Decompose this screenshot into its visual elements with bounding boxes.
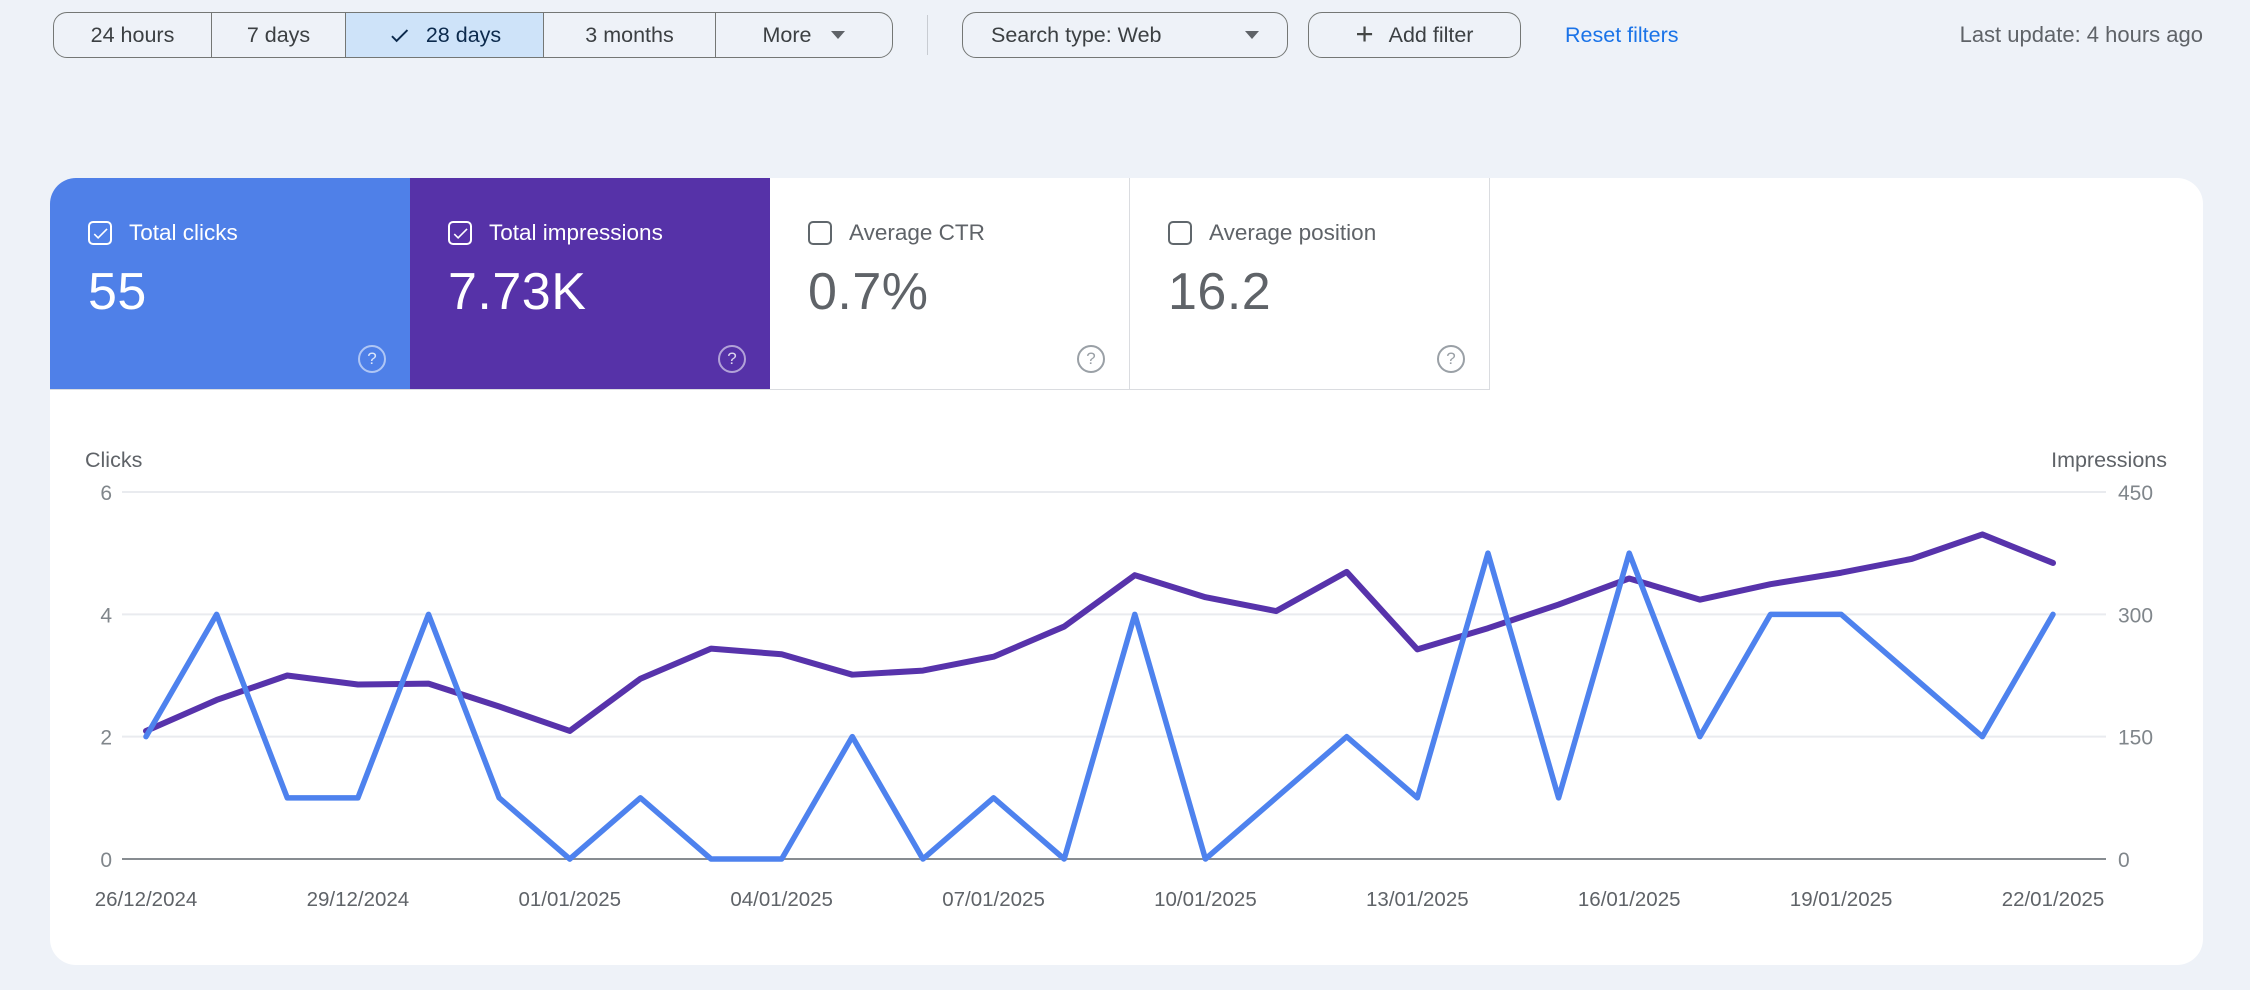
x-axis-date-label: 04/01/2025 (730, 888, 833, 911)
date-range-selector: 24 hours 7 days 28 days 3 months More (53, 12, 893, 58)
x-axis-date-label: 16/01/2025 (1578, 888, 1681, 911)
chevron-down-icon (831, 31, 846, 39)
date-range-28-days[interactable]: 28 days (346, 13, 544, 57)
tile-total-impressions[interactable]: Total impressions 7.73K ? (410, 178, 770, 389)
last-update-text: Last update: 4 hours ago (1959, 22, 2203, 47)
filter-bar: 24 hours 7 days 28 days 3 months More Se… (53, 12, 2203, 58)
more-label: More (762, 22, 812, 47)
right-axis-tick: 0 (2118, 849, 2130, 872)
date-range-7-days[interactable]: 7 days (212, 13, 346, 57)
left-axis-tick: 0 (100, 849, 112, 872)
help-icon[interactable]: ? (718, 345, 746, 373)
x-axis-date-label: 01/01/2025 (518, 888, 621, 911)
checkbox-checked-icon[interactable] (448, 221, 472, 245)
total-clicks-value: 55 (88, 263, 147, 321)
x-axis-date-label: 22/01/2025 (2002, 888, 2105, 911)
x-axis-date-label: 26/12/2024 (95, 888, 198, 911)
date-range-more-button[interactable]: More (716, 13, 892, 57)
add-filter-label: Add filter (1388, 22, 1474, 47)
filter-bar-divider (927, 15, 928, 55)
right-axis-tick: 450 (2118, 482, 2153, 505)
average-position-value: 16.2 (1168, 263, 1272, 321)
date-range-3-months-label: 3 months (585, 22, 674, 47)
x-axis-date-label: 07/01/2025 (942, 888, 1045, 911)
x-axis-date-label: 13/01/2025 (1366, 888, 1469, 911)
left-axis-tick: 2 (100, 727, 112, 750)
date-range-24-hours-label: 24 hours (90, 22, 175, 47)
reset-filters-link[interactable]: Reset filters (1565, 23, 1679, 48)
left-axis-tick: 4 (100, 604, 112, 627)
tile-label: Total clicks (129, 220, 238, 245)
plus-icon: + (1355, 16, 1374, 51)
date-range-28-days-label: 28 days (425, 22, 502, 47)
help-icon[interactable]: ? (1077, 345, 1105, 373)
metric-tiles: Total clicks 55 ? Total impressions 7.73… (50, 178, 1490, 390)
search-type-chip[interactable]: Search type: Web (962, 12, 1288, 58)
help-icon[interactable]: ? (358, 345, 386, 373)
impressions-line (143, 531, 2056, 734)
total-impressions-value: 7.73K (448, 263, 587, 321)
performance-chart[interactable]: Clicks Impressions 0 0 2 150 4 300 6 450 26/12/2… (50, 448, 2203, 953)
clicks-impressions-line-chart[interactable]: 0 0 2 150 4 300 6 450 26/12/2024 29/12/2024 01/01/… (50, 448, 2203, 953)
search-type-label: Search type: Web (991, 22, 1162, 47)
tile-average-position[interactable]: Average position 16.2 ? (1130, 178, 1490, 389)
tile-label: Total impressions (489, 220, 663, 245)
right-axis-tick: 300 (2118, 604, 2153, 627)
tile-total-clicks[interactable]: Total clicks 55 ? (50, 178, 410, 389)
help-icon[interactable]: ? (1437, 345, 1465, 373)
tile-average-ctr[interactable]: Average CTR 0.7% ? (770, 178, 1130, 389)
tile-label: Average CTR (849, 220, 985, 245)
chevron-down-icon (1245, 31, 1259, 39)
right-axis-tick: 150 (2118, 727, 2153, 750)
checkbox-checked-icon[interactable] (88, 221, 112, 245)
date-range-7-days-label: 7 days (246, 22, 311, 47)
performance-card: Total clicks 55 ? Total impressions 7.73… (50, 178, 2203, 965)
x-axis-date-label: 29/12/2024 (307, 888, 410, 911)
date-range-3-months[interactable]: 3 months (544, 13, 716, 57)
average-ctr-value: 0.7% (808, 263, 929, 321)
tile-label: Average position (1209, 220, 1377, 245)
x-axis-date-label: 19/01/2025 (1790, 888, 1893, 911)
check-icon (388, 24, 411, 47)
date-range-24-hours[interactable]: 24 hours (54, 13, 212, 57)
checkbox-unchecked-icon[interactable] (808, 221, 832, 245)
left-axis-tick: 6 (100, 482, 112, 505)
add-filter-button[interactable]: + Add filter (1308, 12, 1521, 58)
x-axis-date-label: 10/01/2025 (1154, 888, 1257, 911)
checkbox-unchecked-icon[interactable] (1168, 221, 1192, 245)
